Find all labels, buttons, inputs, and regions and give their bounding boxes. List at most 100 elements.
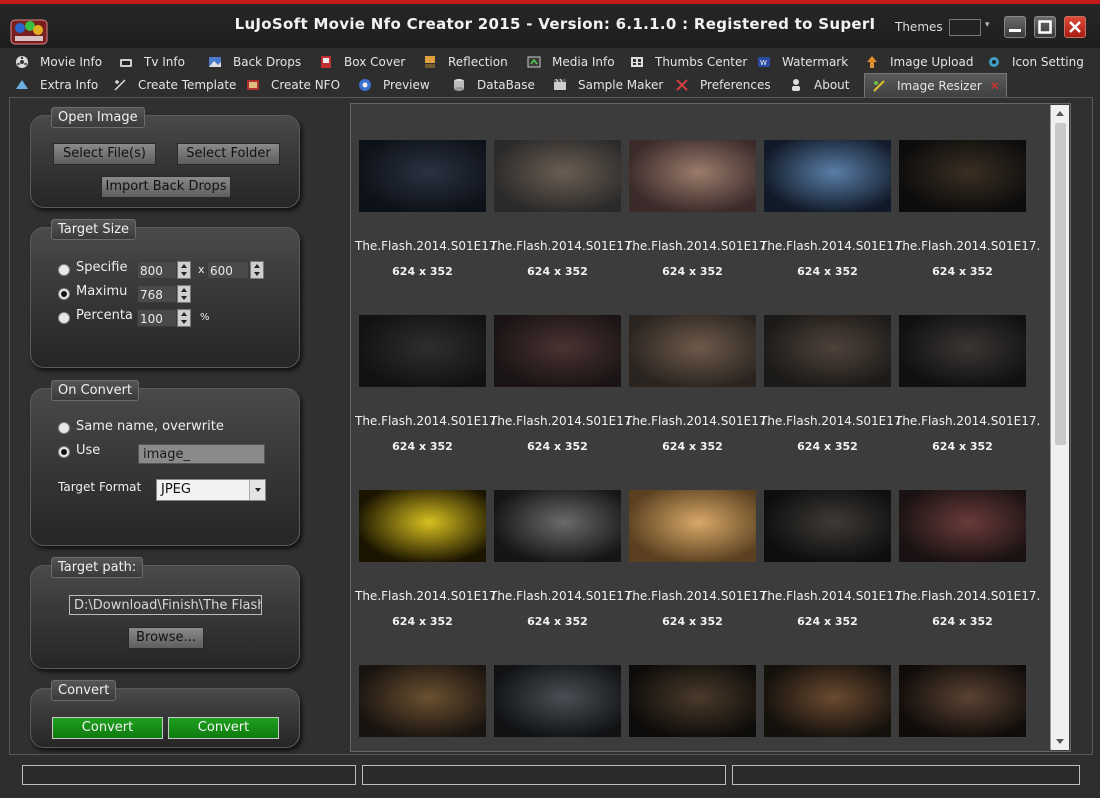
image-thumbnail[interactable] — [899, 665, 1026, 737]
tab-image-resizer[interactable]: Image Resizer ✕ — [864, 73, 1007, 98]
close-button[interactable] — [1064, 16, 1086, 38]
tab-label: Back Drops — [233, 54, 302, 69]
panel-title: Target path: — [51, 557, 144, 578]
convert-button[interactable]: Convert — [52, 717, 163, 739]
tab-label: DataBase — [477, 77, 535, 92]
image-thumbnail[interactable] — [629, 665, 756, 737]
tab-media-info[interactable]: Media Info — [526, 50, 615, 73]
thumbnail-filename: The.Flash.2014.S01E17. — [760, 589, 906, 603]
tab-tv-info[interactable]: Tv Info — [118, 50, 185, 73]
box-cover-icon — [321, 55, 331, 68]
tab-image-upload[interactable]: Image Upload — [864, 50, 973, 73]
tab-thumbs-center[interactable]: Thumbs Center — [629, 50, 747, 73]
tab-label: Icon Setting — [1012, 54, 1084, 69]
tab-row-primary: Movie Info Tv Info Back Drops Box Cover … — [0, 50, 1100, 73]
maximum-stepper[interactable] — [177, 285, 191, 303]
import-back-drops-button[interactable]: Import Back Drops — [101, 176, 231, 198]
target-format-value: JPEG — [161, 482, 191, 497]
scroll-down-icon[interactable] — [1056, 739, 1064, 744]
image-gallery[interactable]: The.Flash.2014.S01E17. 624 x 352 The.Flash… — [350, 103, 1071, 752]
thumbnail-filename: The.Flash.2014.S01E17. — [625, 239, 771, 253]
nfo-icon — [247, 79, 259, 90]
image-thumbnail[interactable] — [899, 490, 1026, 562]
gallery-scrollbar[interactable] — [1050, 105, 1069, 750]
height-stepper[interactable] — [250, 261, 264, 279]
maximum-size-input[interactable]: 768 — [137, 285, 177, 303]
image-thumbnail[interactable] — [629, 140, 756, 212]
specific-height-input[interactable]: 600 — [207, 261, 249, 279]
scroll-up-icon[interactable] — [1056, 111, 1064, 116]
target-path-input[interactable]: D:\Download\Finish\The Flash — [69, 595, 262, 615]
image-thumbnail[interactable] — [359, 140, 486, 212]
percent-input[interactable]: 100 — [137, 309, 177, 327]
tab-watermark[interactable]: W Watermark — [756, 50, 848, 73]
on-convert-panel: On Convert Same name, overwrite Use imag… — [30, 380, 300, 546]
tab-icon-setting[interactable]: Icon Setting — [986, 50, 1084, 73]
tab-database[interactable]: DataBase — [451, 73, 535, 96]
thumbnail-filename: The.Flash.2014.S01E17. — [490, 239, 636, 253]
specific-width-input[interactable]: 800 — [137, 261, 177, 279]
browse-button[interactable]: Browse... — [128, 627, 204, 649]
thumbnail-filename: The.Flash.2014.S01E17. — [355, 239, 501, 253]
image-thumbnail[interactable] — [359, 490, 486, 562]
percent-size-label: Percenta — [76, 308, 133, 323]
same-name-radio[interactable] — [58, 422, 70, 434]
image-thumbnail[interactable] — [629, 315, 756, 387]
tab-box-cover[interactable]: Box Cover — [318, 50, 405, 73]
tab-label: Create NFO — [271, 77, 341, 92]
image-thumbnail[interactable] — [629, 490, 756, 562]
extra-info-icon — [16, 79, 28, 89]
image-thumbnail[interactable] — [494, 140, 621, 212]
select-folder-button[interactable]: Select Folder — [177, 143, 280, 165]
image-thumbnail[interactable] — [899, 315, 1026, 387]
tab-back-drops[interactable]: Back Drops — [207, 50, 301, 73]
use-prefix-radio[interactable] — [58, 446, 70, 458]
image-thumbnail[interactable] — [764, 140, 891, 212]
tab-sample-maker[interactable]: Sample Maker — [552, 73, 663, 96]
close-tab-icon[interactable]: ✕ — [990, 79, 1000, 93]
prefix-input[interactable]: image_ — [138, 444, 265, 464]
backdrop-icon — [209, 56, 221, 67]
gear-icon — [989, 56, 999, 67]
thumbnail-dimensions: 624 x 352 — [662, 440, 723, 453]
specific-size-radio[interactable] — [58, 264, 70, 276]
thumbnail-filename: The.Flash.2014.S01E17. — [355, 414, 501, 428]
tab-extra-info[interactable]: Extra Info — [14, 73, 98, 96]
image-thumbnail[interactable] — [494, 490, 621, 562]
chevron-down-icon[interactable] — [249, 480, 265, 500]
tab-preferences[interactable]: Preferences — [674, 73, 771, 96]
chevron-down-icon[interactable]: ▾ — [985, 20, 990, 30]
tab-reflection[interactable]: Reflection — [422, 50, 508, 73]
width-stepper[interactable] — [177, 261, 191, 279]
thumbnail-dimensions: 624 x 352 — [527, 440, 588, 453]
target-format-select[interactable]: JPEG — [156, 479, 266, 501]
image-thumbnail[interactable] — [494, 315, 621, 387]
scrollbar-thumb[interactable] — [1055, 123, 1066, 445]
image-thumbnail[interactable] — [359, 315, 486, 387]
convert-all-button[interactable]: Convert — [168, 717, 279, 739]
tab-label: Image Resizer — [897, 79, 982, 93]
image-thumbnail[interactable] — [764, 490, 891, 562]
database-icon — [454, 78, 464, 91]
select-files-button[interactable]: Select File(s) — [53, 143, 156, 165]
maximize-button[interactable] — [1034, 16, 1056, 38]
panel-title: On Convert — [51, 380, 140, 401]
image-thumbnail[interactable] — [359, 665, 486, 737]
minimize-button[interactable] — [1004, 16, 1026, 38]
tab-create-template[interactable]: Create Template — [112, 73, 236, 96]
maximum-size-label: Maximu — [76, 284, 128, 299]
tab-create-nfo[interactable]: Create NFO — [245, 73, 340, 96]
themes-select[interactable] — [949, 19, 981, 36]
tab-preview[interactable]: Preview — [357, 73, 430, 96]
tab-about[interactable]: About — [788, 73, 849, 96]
maximum-size-radio[interactable] — [58, 288, 70, 300]
percent-size-radio[interactable] — [58, 312, 70, 324]
image-thumbnail[interactable] — [899, 140, 1026, 212]
image-thumbnail[interactable] — [494, 665, 621, 737]
image-thumbnail[interactable] — [764, 315, 891, 387]
image-thumbnail[interactable] — [764, 665, 891, 737]
thumbnail-dimensions: 624 x 352 — [797, 265, 858, 278]
percent-stepper[interactable] — [177, 309, 191, 327]
tab-label: Thumbs Center — [655, 54, 748, 69]
tab-movie-info[interactable]: Movie Info — [14, 50, 102, 73]
